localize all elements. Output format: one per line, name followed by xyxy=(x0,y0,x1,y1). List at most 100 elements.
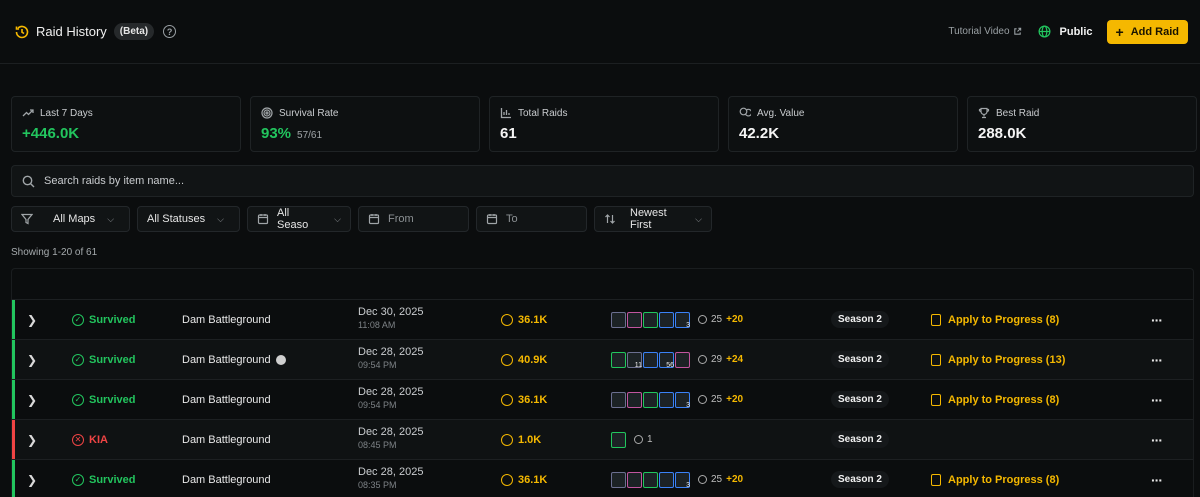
stat-value: 288.0K xyxy=(978,125,1027,142)
filter-icon xyxy=(21,213,33,225)
date-cell: Dec 28, 2025 08:35 PM xyxy=(358,466,423,490)
date-from-placeholder: From xyxy=(388,213,414,225)
search-input[interactable] xyxy=(44,175,644,187)
stat-value: +446.0K xyxy=(22,125,80,142)
tutorial-video-link[interactable]: Tutorial Video xyxy=(948,26,1021,37)
season-badge: Season 2 xyxy=(831,391,889,408)
expand-chevron-icon[interactable]: ❯ xyxy=(27,473,37,487)
raid-value: 1.0K xyxy=(518,433,542,446)
raid-date: Dec 28, 2025 xyxy=(358,386,424,398)
item-slot: 56 xyxy=(659,351,674,369)
help-icon[interactable]: ? xyxy=(163,25,177,38)
table-row[interactable]: ❯ ✕ KIA Dam Battleground Dec 28, 2025 08:45 P… xyxy=(12,419,1193,459)
apply-to-progress-button[interactable]: Apply to Progress (8) xyxy=(931,313,1059,326)
item-slot xyxy=(611,351,626,368)
item-slot xyxy=(627,391,642,408)
season-filter[interactable]: All Seaso ⌵ xyxy=(247,206,351,232)
stat-value: 93% xyxy=(261,125,292,142)
item-slot xyxy=(659,311,674,328)
expand-chevron-icon[interactable]: ❯ xyxy=(27,393,37,407)
more-options-icon[interactable]: ··· xyxy=(1151,392,1163,408)
apply-to-progress-button[interactable]: Apply to Progress (13) xyxy=(931,353,1065,366)
expand-chevron-icon[interactable]: ❯ xyxy=(27,353,37,367)
more-options-icon[interactable]: ··· xyxy=(1151,472,1163,488)
item-slot xyxy=(611,391,626,408)
more-options-icon[interactable]: ··· xyxy=(1151,312,1163,328)
map-name: Dam Battleground xyxy=(182,393,271,406)
raid-time: 09:54 PM xyxy=(358,360,397,370)
calendar-icon xyxy=(257,213,269,225)
stat-label: Last 7 Days xyxy=(40,107,93,119)
sort-select[interactable]: Newest First ⌵ xyxy=(594,206,712,232)
apply-to-progress-button[interactable]: Apply to Progress (8) xyxy=(931,393,1059,406)
item-quantity: 11 xyxy=(634,361,642,369)
stat-sub: 57/61 xyxy=(297,130,323,141)
plus-icon: + xyxy=(1115,23,1124,40)
apply-to-progress-button[interactable]: Apply to Progress (8) xyxy=(931,473,1059,486)
map-cell: Dam Battleground xyxy=(182,394,271,406)
map-filter[interactable]: All Maps ⌵ xyxy=(11,206,130,232)
status-bar xyxy=(12,300,15,339)
item-plus: +20 xyxy=(726,314,744,325)
table-row[interactable]: ❯ ✓ Survived Dam Battleground Dec 28, 2025 09… xyxy=(12,339,1193,379)
item-count-value: 25 xyxy=(711,394,723,405)
expand-chevron-icon[interactable]: ❯ xyxy=(27,433,37,447)
target-icon xyxy=(261,107,273,119)
raid-value: 40.9K xyxy=(518,353,548,366)
item-slot: 3 xyxy=(675,311,690,329)
item-quantity: 3 xyxy=(686,401,690,409)
more-options-icon[interactable]: ··· xyxy=(1151,432,1163,448)
coins-icon xyxy=(501,393,513,406)
items-cell[interactable]: 3 25 +20 xyxy=(611,471,744,489)
table-row[interactable]: ❯ ✓ Survived Dam Battleground Dec 30, 2025 11… xyxy=(12,299,1193,339)
item-plus: +20 xyxy=(726,474,744,485)
map-name: Dam Battleground xyxy=(182,353,271,366)
table-row[interactable]: ❯ ✓ Survived Dam Battleground Dec 28, 2025 08… xyxy=(12,459,1193,497)
items-cell[interactable]: 1 xyxy=(611,431,653,448)
status-label: Survived xyxy=(89,313,136,326)
status-cell: ✓ Survived xyxy=(72,353,136,366)
table-row[interactable]: ❯ ✓ Survived Dam Battleground Dec 28, 2025 09… xyxy=(12,379,1193,419)
filter-bar: All Maps ⌵ All Statuses ⌵ All Seaso ⌵ Fr… xyxy=(11,206,712,232)
stat-value: 42.2K xyxy=(739,125,780,142)
raid-value: 36.1K xyxy=(518,393,548,406)
status-label: Survived xyxy=(89,353,136,366)
map-name: Dam Battleground xyxy=(182,433,271,446)
status-label: Survived xyxy=(89,473,136,486)
tutorial-video-label: Tutorial Video xyxy=(948,26,1010,37)
item-slot: 3 xyxy=(675,391,690,409)
items-cell[interactable]: 3 25 +20 xyxy=(611,391,744,409)
status-filter[interactable]: All Statuses ⌵ xyxy=(137,206,240,232)
visibility-toggle[interactable]: Public xyxy=(1060,26,1093,38)
status-bar xyxy=(12,460,15,497)
box-icon xyxy=(698,395,707,404)
status-bar xyxy=(12,380,15,419)
item-count-value: 1 xyxy=(647,434,653,445)
raid-time: 08:35 PM xyxy=(358,480,397,490)
check-circle-icon: ✓ xyxy=(72,353,84,366)
date-from-input[interactable]: From xyxy=(358,206,469,232)
date-cell: Dec 28, 2025 09:54 PM xyxy=(358,386,423,410)
status-label: KIA xyxy=(89,433,108,446)
raid-time: 09:54 PM xyxy=(358,400,397,410)
map-variant-icon xyxy=(275,354,286,365)
more-options-icon[interactable]: ··· xyxy=(1151,352,1163,368)
item-slot xyxy=(611,431,626,448)
season-badge: Season 2 xyxy=(831,351,889,368)
date-to-input[interactable]: To xyxy=(476,206,587,232)
value-cell: 36.1K xyxy=(501,313,548,326)
chevron-down-icon: ⌵ xyxy=(695,213,702,224)
calendar-icon xyxy=(368,213,380,225)
x-circle-icon: ✕ xyxy=(72,433,84,446)
expand-chevron-icon[interactable]: ❯ xyxy=(27,313,37,327)
season-filter-value: All Seaso xyxy=(277,207,309,231)
box-icon xyxy=(634,435,643,444)
items-cell[interactable]: 3 25 +20 xyxy=(611,311,744,329)
item-plus: +20 xyxy=(726,394,744,405)
item-slot xyxy=(659,391,674,408)
add-raid-button[interactable]: + Add Raid xyxy=(1106,19,1188,44)
raid-value: 36.1K xyxy=(518,313,548,326)
history-icon xyxy=(14,24,30,40)
item-count-value: 29 xyxy=(711,354,723,365)
items-cell[interactable]: 11 56 29 +24 xyxy=(611,351,743,369)
